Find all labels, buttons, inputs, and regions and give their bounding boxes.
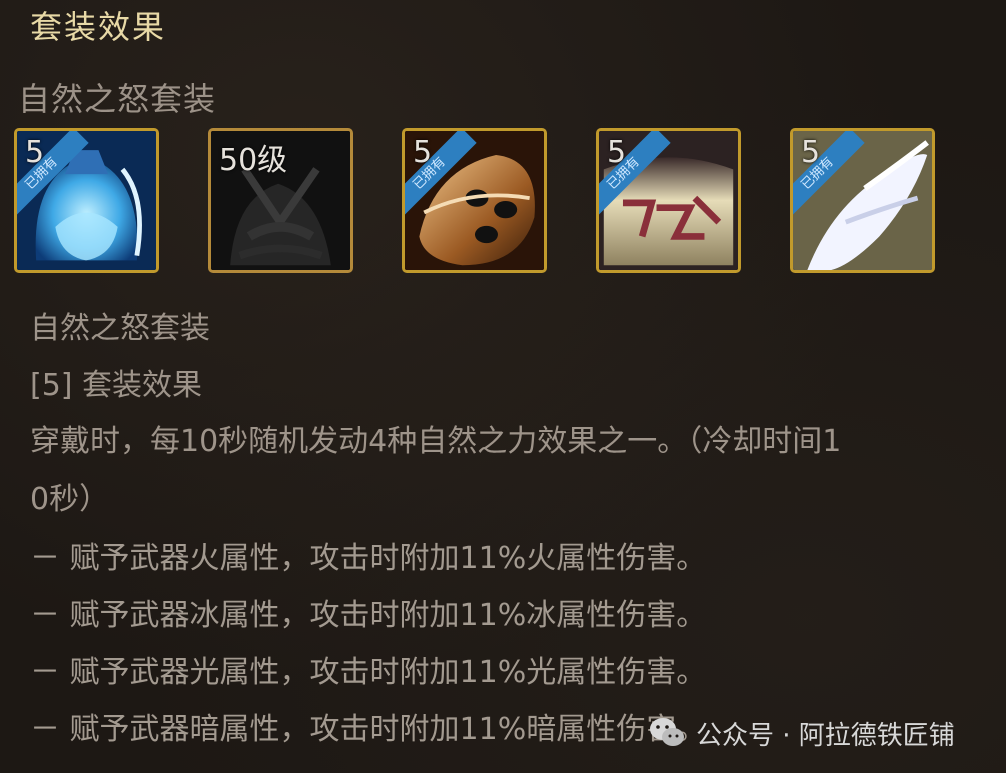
effect-set-name: 自然之怒套装 [30, 311, 210, 346]
effect-bullet-ice: － 赋予武器冰属性，攻击时附加11%冰属性伤害。 [30, 598, 707, 633]
equipment-slot-2[interactable]: 50级 [208, 128, 353, 273]
equipment-slots: 已拥有 5 50级 已拥有 5 已拥有 5 已拥有 5 [14, 128, 944, 278]
equipment-slot-3[interactable]: 已拥有 5 [402, 128, 547, 273]
wechat-icon [650, 718, 684, 746]
watermark-text: 公众号 · 阿拉德铁匠铺 [696, 720, 955, 751]
effect-bullet-fire: － 赋予武器火属性，攻击时附加11%火属性伤害。 [30, 541, 707, 576]
level-tag: 5 [413, 135, 433, 170]
equipment-slot-4[interactable]: 已拥有 5 [596, 128, 741, 273]
level-tag: 5 [607, 135, 627, 170]
effect-bullet-dark: － 赋予武器暗属性，攻击时附加11%暗属性伤害。 [30, 712, 707, 747]
equipment-slot-5[interactable]: 已拥有 5 [790, 128, 935, 273]
effect-tier: [5] 套装效果 [30, 368, 203, 403]
level-tag: 50级 [219, 143, 288, 178]
level-tag: 5 [801, 135, 821, 170]
watermark: 公众号 · 阿拉德铁匠铺 [648, 714, 955, 752]
effect-description: 穿戴时，每10秒随机发动4种自然之力效果之一。（冷却时间1 [30, 424, 842, 459]
set-name-header: 自然之怒套装 [18, 80, 217, 118]
equipment-slot-1[interactable]: 已拥有 5 [14, 128, 159, 273]
panel-title: 套装效果 [30, 8, 167, 46]
effect-description-cont: 0秒） [30, 482, 110, 517]
level-tag: 5 [25, 135, 45, 170]
effect-bullet-light: － 赋予武器光属性，攻击时附加11%光属性伤害。 [30, 655, 707, 690]
